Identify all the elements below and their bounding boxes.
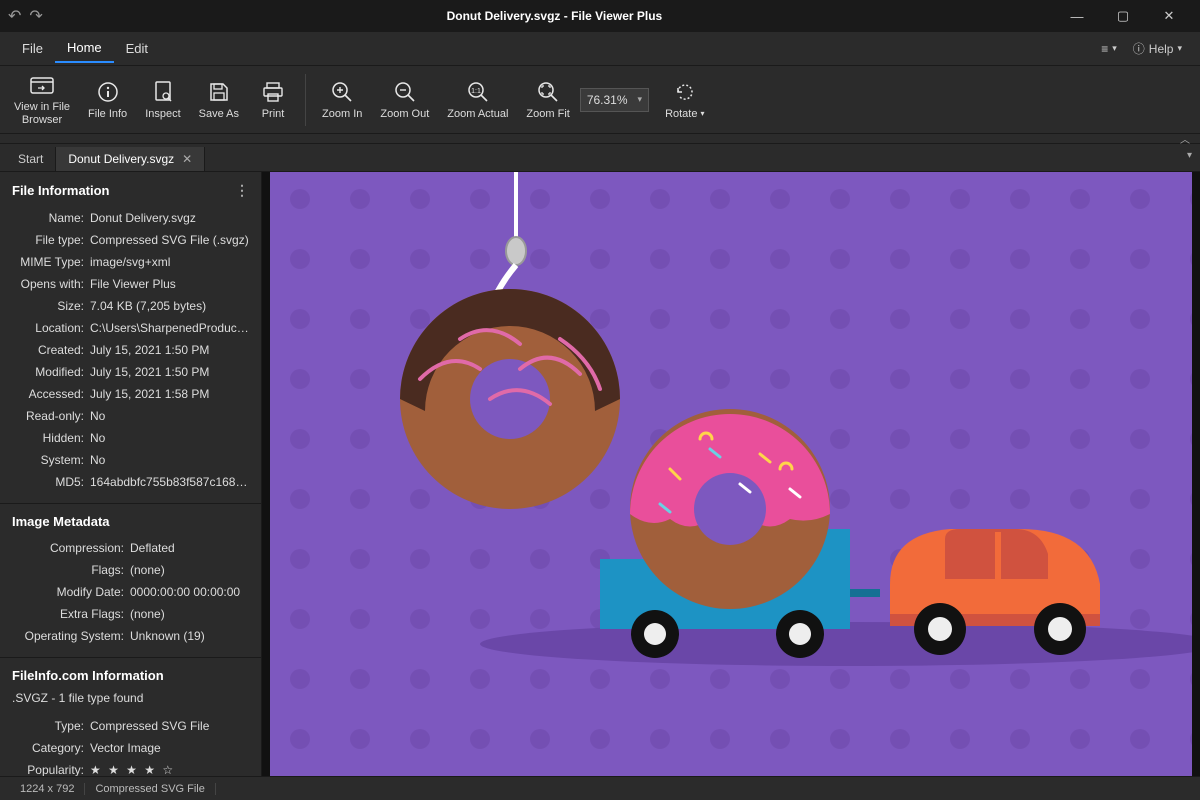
zoom-in-icon [331, 80, 353, 104]
menu-home[interactable]: Home [55, 34, 114, 63]
titlebar: ↶ ↷ Donut Delivery.svgz - File Viewer Pl… [0, 0, 1200, 32]
zoom-fit-button[interactable]: Zoom Fit [518, 76, 577, 124]
panel-title-label: FileInfo.com Information [12, 668, 164, 683]
save-as-button[interactable]: Save As [191, 76, 247, 124]
panel-title-label: File Information [12, 183, 110, 198]
zoom-level-value: 76.31% [587, 93, 628, 107]
file-info-button[interactable]: File Info [80, 76, 135, 124]
print-icon [262, 80, 284, 104]
help-label: Help [1149, 42, 1174, 56]
svg-text:1:1: 1:1 [471, 88, 481, 95]
inspect-button[interactable]: Inspect [137, 76, 188, 124]
chevron-down-icon: ▾ [700, 109, 704, 118]
close-tab-icon[interactable]: ✕ [182, 152, 192, 166]
ribbon-collapse-bar: ︿ [0, 134, 1200, 144]
zoom-out-icon [394, 80, 416, 104]
tab-start[interactable]: Start [6, 147, 56, 171]
fileinfo-subtext: .SVGZ - 1 file type found [12, 691, 249, 705]
zoom-level-dropdown[interactable]: 76.31% ▾ [580, 88, 649, 112]
maximize-button[interactable]: ▢ [1100, 0, 1146, 32]
panel-menu-icon[interactable]: ⋮ [235, 182, 249, 199]
rotate-button[interactable]: Rotate ▾ [657, 76, 712, 124]
status-dimensions: 1224 x 792 [10, 783, 85, 795]
file-information-panel: File Information ⋮ Name:Donut Delivery.s… [0, 172, 261, 504]
zoom-fit-icon [537, 80, 559, 104]
zoom-actual-icon: 1:1 [467, 80, 489, 104]
status-file-type: Compressed SVG File [85, 783, 215, 795]
popularity-stars: ★ ★ ★ ★ ☆ [90, 761, 175, 776]
chevron-down-icon: ▾ [1177, 43, 1182, 54]
menubar: File Home Edit ≡▾ ⓘ Help ▾ [0, 32, 1200, 66]
fileinfo-com-panel: FileInfo.com Information .SVGZ - 1 file … [0, 658, 261, 776]
print-button[interactable]: Print [249, 76, 297, 124]
zoom-actual-button[interactable]: 1:1 Zoom Actual [439, 76, 516, 124]
info-icon [97, 80, 119, 104]
chevron-down-icon: ▾ [1112, 43, 1117, 54]
panel-title-label: Image Metadata [12, 514, 110, 529]
tab-overflow-icon[interactable]: ▾ [1187, 150, 1192, 161]
window-title: Donut Delivery.svgz - File Viewer Plus [55, 9, 1054, 23]
document-tabbar: Start Donut Delivery.svgz ✕ ▾ [0, 144, 1200, 172]
help-button[interactable]: ⓘ Help ▾ [1125, 36, 1190, 61]
chevron-down-icon: ▾ [638, 94, 643, 105]
forward-arrow-icon[interactable]: ↷ [29, 6, 42, 26]
zoom-in-button[interactable]: Zoom In [314, 76, 370, 124]
image-canvas [270, 172, 1192, 776]
back-arrow-icon[interactable]: ↶ [8, 6, 21, 26]
menu-edit[interactable]: Edit [114, 35, 160, 62]
document-search-icon [153, 80, 173, 104]
toolbar: View in File Browser File Info Inspect S… [0, 66, 1200, 134]
zoom-out-button[interactable]: Zoom Out [372, 76, 437, 124]
menu-file[interactable]: File [10, 35, 55, 62]
image-metadata-panel: Image Metadata Compression:Deflated Flag… [0, 504, 261, 658]
viewer-area[interactable] [262, 172, 1200, 776]
save-icon [209, 80, 229, 104]
statusbar: 1224 x 792 Compressed SVG File [0, 776, 1200, 800]
info-sidebar: File Information ⋮ Name:Donut Delivery.s… [0, 172, 262, 776]
minimize-button[interactable]: — [1054, 0, 1100, 32]
sliders-icon: ≡ [1101, 42, 1108, 56]
settings-button[interactable]: ≡▾ [1093, 38, 1125, 60]
help-icon: ⓘ [1133, 40, 1145, 57]
view-in-file-browser-button[interactable]: View in File Browser [6, 69, 78, 129]
tab-document[interactable]: Donut Delivery.svgz ✕ [56, 147, 205, 171]
rotate-icon [674, 80, 696, 104]
close-button[interactable]: ✕ [1146, 0, 1192, 32]
folder-arrow-icon [30, 73, 54, 97]
